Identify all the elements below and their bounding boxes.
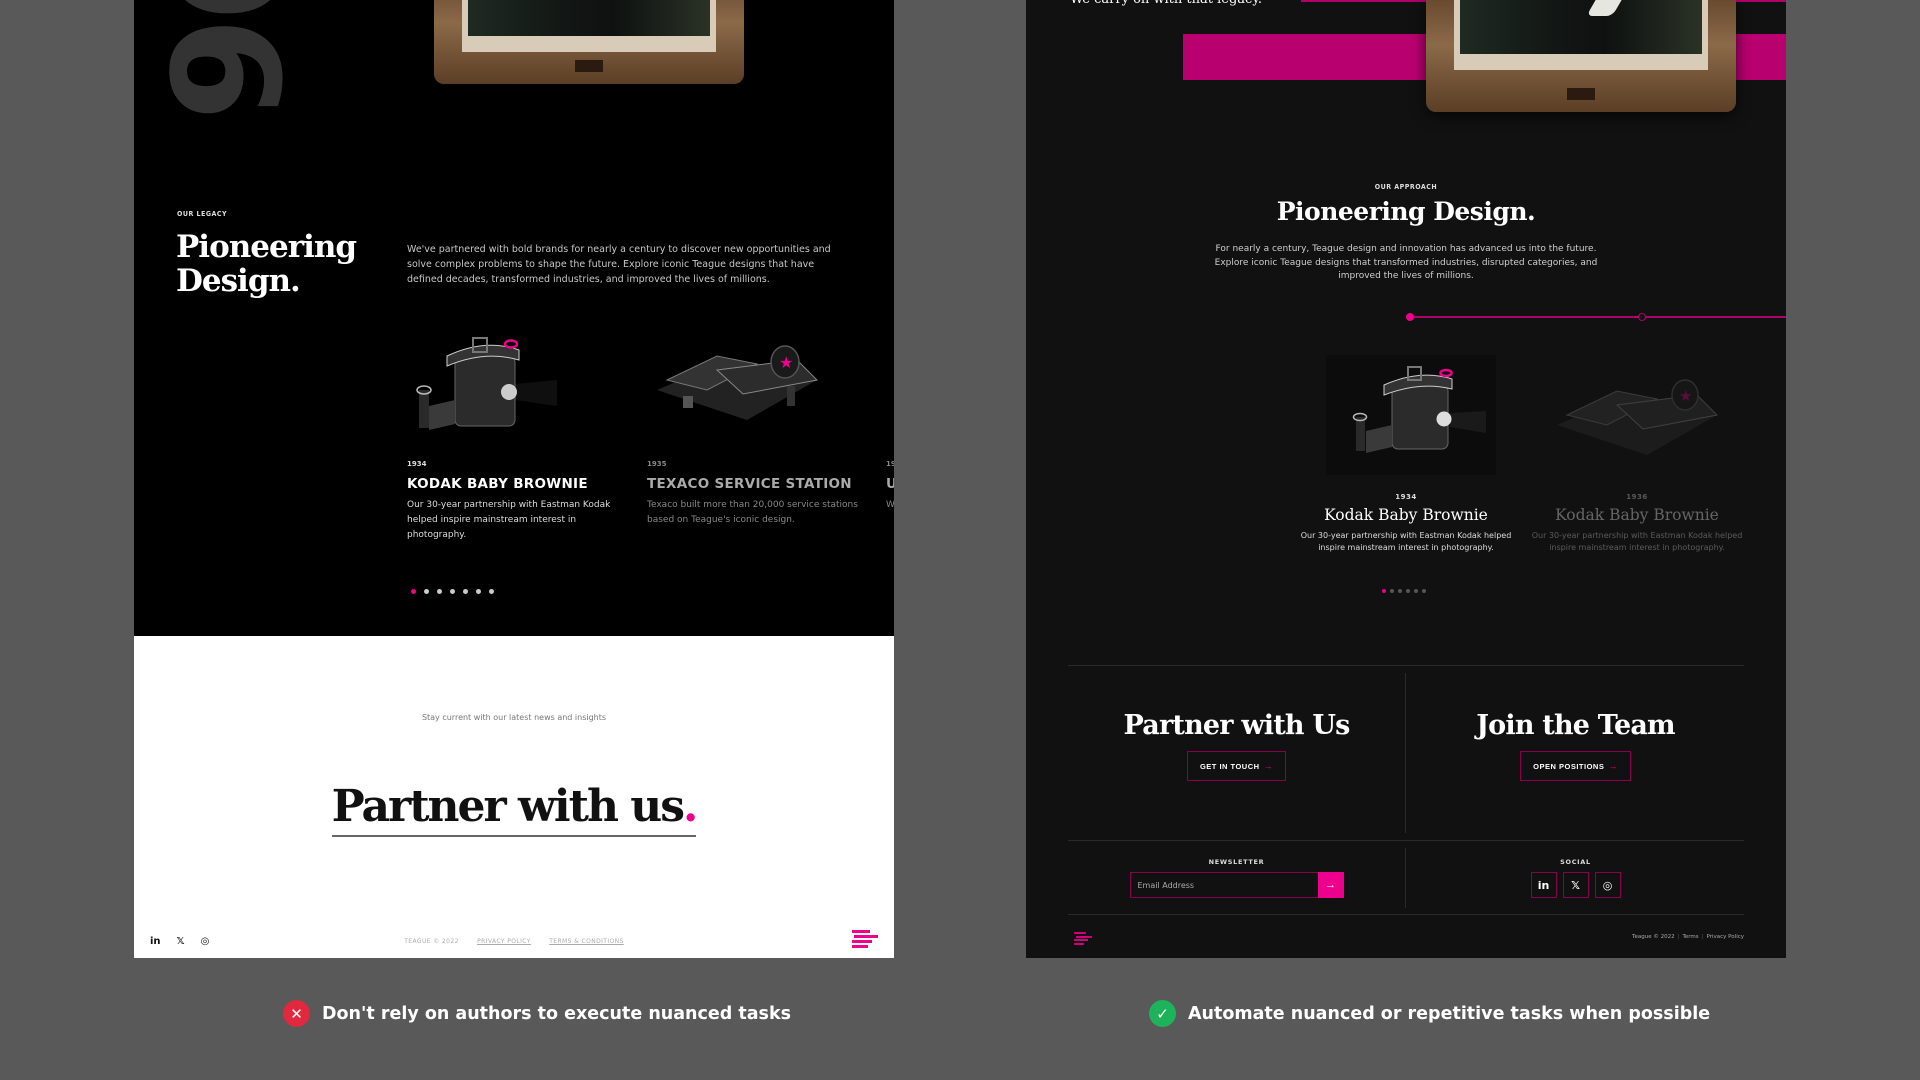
- copyright: Teague © 2022: [1632, 934, 1675, 940]
- menu-icon[interactable]: [852, 930, 878, 950]
- card-year: 19: [886, 460, 894, 468]
- card-title: KODAK BABY BROWNIE: [407, 476, 588, 492]
- carousel-pagination: [1382, 589, 1426, 593]
- partner-section: Stay current with our latest news and in…: [134, 636, 894, 958]
- carousel-dot[interactable]: [463, 589, 468, 594]
- gas-station-illustration: ★: [647, 320, 877, 450]
- card-title: Kodak Baby Brownie: [1555, 506, 1719, 524]
- card-text: Our 30-year partnership with Eastman Kod…: [1300, 531, 1512, 552]
- cta-title: Partner with Us: [1123, 710, 1351, 741]
- section-description: For nearly a century, Teague design and …: [1214, 244, 1598, 281]
- carousel-dot[interactable]: [1406, 589, 1410, 593]
- card-year: 1936: [1626, 493, 1648, 501]
- newsletter-teaser: Stay current with our latest news and in…: [421, 713, 607, 722]
- terms-link[interactable]: TERMS & CONDITIONS: [549, 938, 624, 945]
- open-positions-button[interactable]: OPEN POSITIONS →: [1520, 751, 1631, 781]
- after-mockup: We carry on with that legacy. OUR APPROA…: [1026, 0, 1786, 958]
- carousel-dot-active[interactable]: [411, 589, 416, 594]
- gas-station-illustration: ★: [1527, 355, 1747, 475]
- card-title: TEXACO SERVICE STATION: [647, 476, 852, 492]
- timeline-node[interactable]: [1638, 313, 1646, 321]
- timeline-node-active[interactable]: [1406, 313, 1414, 321]
- card-title: U: [886, 476, 894, 492]
- section-description: We've partnered with bold brands for nea…: [407, 244, 831, 285]
- do-caption: ✓ Automate nuanced or repetitive tasks w…: [1149, 1000, 1710, 1027]
- site-footer: in 𝕏 ◎ TEAGUE © 2022 PRIVACY POLICY TERM…: [150, 930, 878, 952]
- linkedin-icon[interactable]: in: [1530, 872, 1557, 898]
- terms-link[interactable]: Terms: [1682, 934, 1698, 940]
- card-year: 1934: [1395, 493, 1417, 501]
- menu-icon[interactable]: [1074, 932, 1092, 946]
- timeline: [1406, 312, 1786, 322]
- card-text: Our 30-year partnership with Eastman Kod…: [407, 500, 611, 540]
- get-in-touch-button[interactable]: GET IN TOUCH →: [1186, 751, 1287, 781]
- newsletter-block: NEWSLETTER →: [1068, 858, 1405, 898]
- card-year: 1934: [407, 460, 427, 468]
- divider: [1068, 914, 1744, 915]
- carousel-dot[interactable]: [489, 589, 494, 594]
- success-check-icon: ✓: [1149, 1000, 1176, 1027]
- carousel-dot[interactable]: [1414, 589, 1418, 593]
- section-title: Pioneering Design.: [176, 229, 357, 299]
- error-x-icon: ✕: [283, 1000, 310, 1027]
- carousel-dot[interactable]: [437, 589, 442, 594]
- legal-links: Teague © 2022 | Terms | Privacy Policy: [1632, 934, 1744, 940]
- dont-caption: ✕ Don't rely on authors to execute nuanc…: [283, 1000, 791, 1027]
- careers-cta: Join the Team OPEN POSITIONS →: [1407, 710, 1744, 781]
- carousel-pagination: [411, 589, 494, 594]
- carousel-card[interactable]: 1934 KODAK BABY BROWNIE Our 30-year part…: [407, 320, 637, 543]
- instagram-icon[interactable]: ◎: [1594, 872, 1621, 898]
- caption-text: Automate nuanced or repetitive tasks whe…: [1188, 1003, 1711, 1024]
- carousel-dot[interactable]: [1398, 589, 1402, 593]
- divider: [1068, 840, 1744, 841]
- svg-text:★: ★: [779, 353, 793, 372]
- svg-text:★: ★: [1679, 387, 1692, 405]
- year-watermark: 96: [135, 0, 310, 116]
- privacy-policy-link[interactable]: PRIVACY POLICY: [477, 938, 531, 945]
- carousel-card[interactable]: ★ 1936 Kodak Baby Brownie Our 30-year pa…: [1527, 355, 1747, 554]
- card-text: Texaco built more than 20,000 service st…: [647, 500, 858, 525]
- social-block: SOCIAL in 𝕏 ◎: [1407, 858, 1744, 898]
- section-eyebrow: OUR APPROACH: [1374, 183, 1438, 191]
- newsletter-submit-button[interactable]: →: [1317, 872, 1344, 898]
- arrow-right-icon: →: [1263, 761, 1274, 771]
- divider: [1405, 848, 1406, 908]
- card-title: Kodak Baby Brownie: [1324, 506, 1488, 524]
- portrait-image: [434, 0, 744, 84]
- arrow-right-icon: →: [1608, 761, 1618, 771]
- social-label: SOCIAL: [1560, 858, 1591, 866]
- privacy-policy-link[interactable]: Privacy Policy: [1707, 934, 1744, 940]
- card-text: W to: [886, 500, 894, 510]
- card-year: 1935: [647, 460, 667, 468]
- carousel-dot[interactable]: [1390, 589, 1394, 593]
- partner-link[interactable]: Partner with us.: [331, 781, 698, 837]
- divider: [1405, 673, 1406, 833]
- partner-cta: Partner with Us GET IN TOUCH →: [1068, 710, 1405, 781]
- carousel-dot[interactable]: [424, 589, 429, 594]
- copyright: TEAGUE © 2022: [404, 938, 459, 945]
- section-title: Pioneering Design.: [1276, 197, 1536, 226]
- twitter-icon[interactable]: 𝕏: [1562, 872, 1589, 898]
- carousel-card[interactable]: ★ 1935 TEXACO SERVICE STATION Texaco bui…: [647, 320, 877, 528]
- email-input[interactable]: [1129, 872, 1318, 898]
- camera-illustration: [407, 320, 637, 450]
- camera-illustration: [1296, 355, 1516, 475]
- card-text: Our 30-year partnership with Eastman Kod…: [1531, 531, 1743, 552]
- hero-text: We carry on with that legacy.: [1070, 0, 1262, 7]
- newsletter-label: NEWSLETTER: [1208, 858, 1265, 866]
- carousel-dot[interactable]: [476, 589, 481, 594]
- carousel-dot-active[interactable]: [1382, 589, 1386, 593]
- section-eyebrow: OUR LEGACY: [177, 210, 228, 218]
- portrait-image: [1426, 0, 1736, 112]
- caption-text: Don't rely on authors to execute nuanced…: [322, 1003, 792, 1024]
- cta-title: Join the Team: [1476, 710, 1675, 741]
- carousel-card-partial[interactable]: 19 U W to: [886, 320, 894, 513]
- carousel-card[interactable]: 1934 Kodak Baby Brownie Our 30-year part…: [1296, 355, 1516, 554]
- carousel-dot[interactable]: [1422, 589, 1426, 593]
- carousel-dot[interactable]: [450, 589, 455, 594]
- newsletter-form: →: [1129, 872, 1344, 898]
- divider: [1068, 665, 1744, 666]
- before-mockup: 96 OUR LEGACY Pioneering Design. We've p…: [134, 0, 894, 958]
